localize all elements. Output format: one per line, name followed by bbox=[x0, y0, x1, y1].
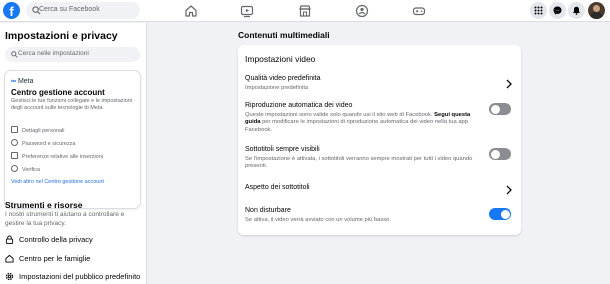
caption-appearance-label[interactable]: Aspetto dei sottotitoli bbox=[245, 184, 310, 191]
account-item-password-security[interactable]: Password e sicurezza bbox=[11, 139, 76, 148]
marketplace-icon[interactable] bbox=[298, 4, 312, 18]
settings-search-input[interactable]: Cerca nelle impostazioni bbox=[5, 47, 140, 62]
shield-icon bbox=[11, 139, 18, 146]
captions-always-toggle[interactable] bbox=[489, 148, 511, 160]
messenger-button[interactable] bbox=[549, 2, 566, 19]
account-center-title: Centro gestione account bbox=[11, 88, 105, 97]
video-settings-card: Impostazioni video Qualità video predefi… bbox=[238, 45, 521, 235]
menu-grid-icon bbox=[534, 6, 543, 15]
video-quality-label[interactable]: Qualità video predefinita bbox=[245, 75, 321, 82]
chevron-right-icon[interactable] bbox=[506, 185, 512, 195]
autoplay-label: Riproduzione automatica dei video bbox=[245, 102, 353, 109]
tool-family-center[interactable]: Centro per le famiglie bbox=[5, 254, 90, 263]
messenger-icon bbox=[553, 6, 562, 15]
id-card-icon bbox=[11, 126, 18, 133]
facebook-logo[interactable]: f bbox=[3, 2, 20, 19]
tool-default-audience[interactable]: Impostazioni del pubblico predefinito bbox=[5, 272, 140, 281]
autoplay-description: Queste impostazioni sono valide solo qua… bbox=[245, 112, 471, 133]
notifications-icon bbox=[573, 6, 580, 15]
do-not-disturb-description: Se attiva, il video verrà avviato con un… bbox=[245, 217, 391, 223]
gaming-icon[interactable] bbox=[412, 4, 426, 18]
card-title: Impostazioni video bbox=[245, 54, 316, 64]
search-placeholder: Cerca su Facebook bbox=[39, 6, 100, 13]
account-item-verification[interactable]: Verifica bbox=[11, 165, 40, 174]
account-item-personal-details[interactable]: Dettagli personali bbox=[11, 126, 65, 135]
toggle-knob bbox=[500, 209, 510, 219]
lock-icon bbox=[5, 235, 14, 244]
home-icon[interactable] bbox=[184, 4, 198, 18]
video-quality-value: Impostazione predefinita bbox=[245, 85, 309, 91]
notifications-button[interactable] bbox=[568, 2, 585, 19]
home-icon bbox=[5, 254, 14, 263]
gear-icon bbox=[5, 272, 14, 281]
groups-icon[interactable] bbox=[355, 4, 369, 18]
ads-icon bbox=[11, 152, 18, 159]
tools-description: I nostri strumenti ti aiutano a controll… bbox=[5, 211, 125, 227]
do-not-disturb-label: Non disturbare bbox=[245, 207, 291, 214]
do-not-disturb-toggle[interactable] bbox=[489, 208, 511, 220]
verified-icon bbox=[11, 165, 18, 172]
search-icon bbox=[11, 51, 18, 58]
chevron-right-icon[interactable] bbox=[506, 79, 512, 89]
settings-search-placeholder: Cerca nelle impostazioni bbox=[18, 50, 89, 57]
profile-avatar[interactable] bbox=[588, 2, 605, 19]
captions-always-label: Sottotitoli sempre visibili bbox=[245, 146, 320, 153]
video-icon[interactable] bbox=[240, 4, 254, 18]
toggle-knob bbox=[490, 149, 500, 159]
account-item-ad-preferences[interactable]: Preferenze relative alle inserzioni bbox=[11, 152, 103, 161]
top-bar: f Cerca su Facebook bbox=[0, 0, 610, 22]
facebook-search-input[interactable]: Cerca su Facebook bbox=[26, 2, 140, 19]
settings-sidebar: Impostazioni e privacy Cerca nelle impos… bbox=[0, 23, 147, 284]
account-center-card[interactable]: ∞ Meta Centro gestione account Gestisci … bbox=[5, 71, 140, 208]
account-center-link[interactable]: Vedi altro nel Centro gestione account bbox=[11, 179, 104, 185]
account-center-description: Gestisci le tue funzioni collegate e le … bbox=[11, 98, 133, 111]
toggle-knob bbox=[490, 104, 500, 114]
captions-always-description: Se l'impostazione è attivata, i sottotit… bbox=[245, 156, 473, 170]
tools-title: Strumenti e risorse bbox=[5, 200, 83, 210]
meta-logo: ∞ Meta bbox=[11, 78, 34, 85]
menu-grid-button[interactable] bbox=[530, 2, 547, 19]
sidebar-title: Impostazioni e privacy bbox=[5, 30, 118, 42]
autoplay-toggle[interactable] bbox=[489, 103, 511, 115]
section-title: Contenuti multimediali bbox=[238, 30, 330, 40]
tool-privacy-checkup[interactable]: Controllo della privacy bbox=[5, 235, 93, 244]
